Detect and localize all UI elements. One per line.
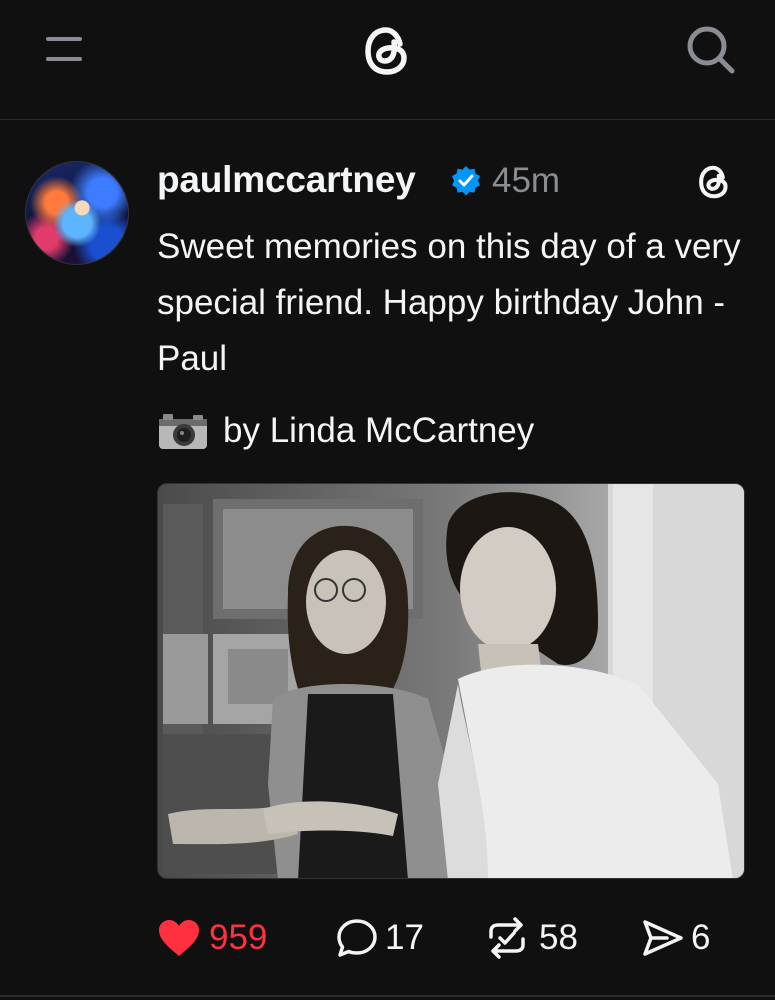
repost-button[interactable]: 58: [483, 917, 641, 959]
camera-icon: [159, 414, 207, 449]
search-icon[interactable]: [684, 23, 736, 75]
post: paulmccartney 45m Sweet memories on this…: [0, 121, 775, 1000]
like-button[interactable]: 959: [157, 918, 335, 958]
share-button[interactable]: 6: [641, 917, 741, 959]
threads-logo-icon[interactable]: [693, 161, 735, 203]
like-count: 959: [209, 918, 268, 957]
hamburger-menu-icon[interactable]: [44, 34, 84, 64]
verified-badge-icon: [452, 166, 480, 196]
action-bar: 959 17 58 6: [157, 911, 741, 965]
photo-credit-text: by Linda McCartney: [223, 411, 535, 450]
comment-button[interactable]: 17: [335, 917, 483, 959]
post-text: Sweet memories on this day of a very spe…: [157, 227, 741, 378]
repost-count: 58: [539, 918, 578, 957]
threads-logo-icon[interactable]: [356, 20, 418, 82]
post-photo[interactable]: [157, 483, 745, 879]
photo-image: [158, 484, 744, 878]
repost-icon: [489, 917, 525, 959]
post-timestamp: 45m: [492, 161, 561, 200]
share-count: 6: [691, 918, 711, 957]
username-link[interactable]: paulmccartney: [157, 159, 416, 201]
send-icon: [643, 920, 683, 956]
avatar[interactable]: [25, 161, 129, 265]
divider: [0, 995, 775, 997]
comment-icon: [337, 919, 377, 957]
photo-credit: by Linda McCartney: [157, 411, 534, 451]
heart-filled-icon: [159, 920, 199, 956]
comment-count: 17: [385, 918, 424, 957]
top-bar: [0, 0, 775, 120]
